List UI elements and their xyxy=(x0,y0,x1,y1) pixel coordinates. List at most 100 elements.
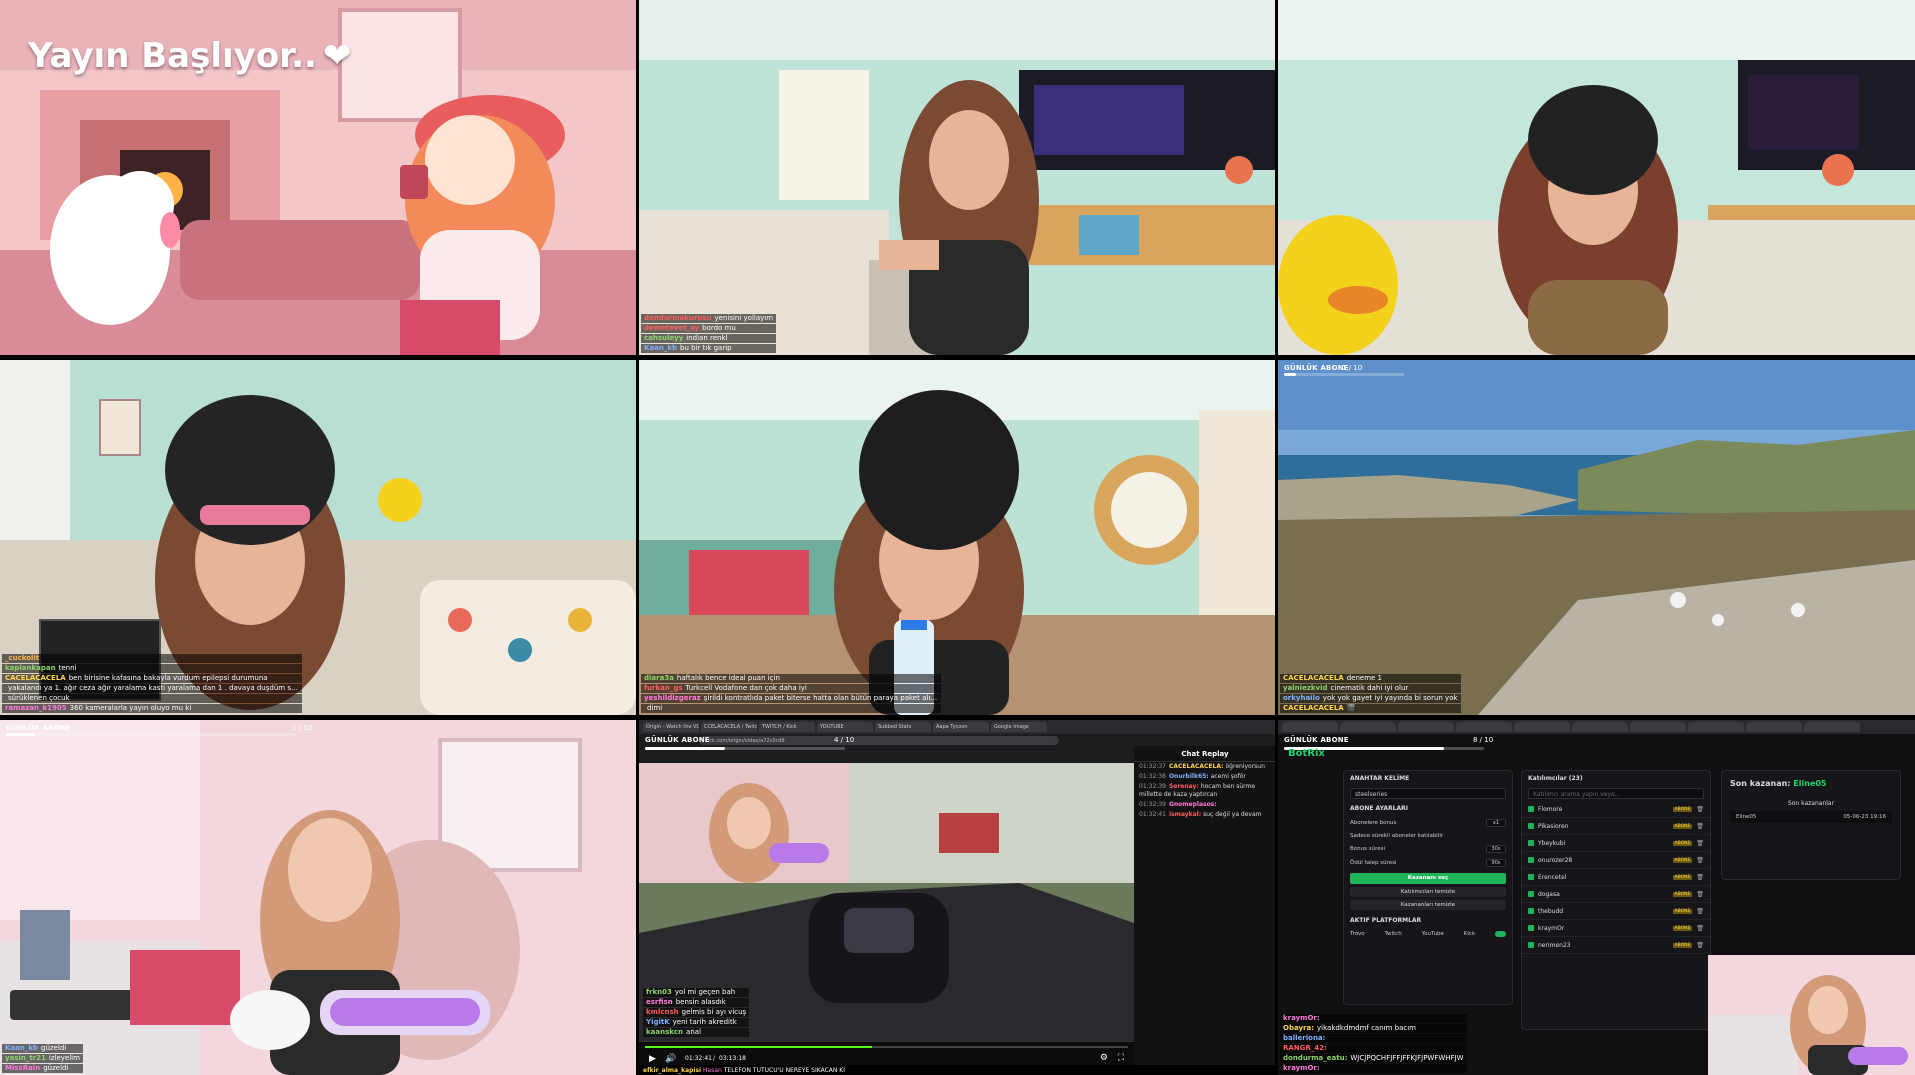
browser-tab[interactable] xyxy=(1688,722,1744,732)
browser-tab[interactable]: Origin - Watch the VOD xyxy=(643,722,699,732)
sub-only-label: Sadece sürekli aboneler katılabilir xyxy=(1350,833,1444,839)
browser-tab[interactable] xyxy=(1456,722,1512,732)
platform-toggle[interactable] xyxy=(1495,931,1506,937)
browser-tab[interactable] xyxy=(1804,722,1860,732)
participant-name: kraymOr xyxy=(1538,924,1565,932)
chat-text: ben birisine kafasına bakayla vurdum epi… xyxy=(68,674,268,682)
delete-icon[interactable]: 🗑 xyxy=(1696,823,1704,830)
chat-user: diara3a xyxy=(644,674,674,682)
tile-starting-screen[interactable]: Yayın Başlıyor.. ❤ xyxy=(0,0,636,355)
chat-message: kaanskcn anal xyxy=(643,1028,750,1037)
participant-row[interactable]: Erencetel ABONE 🗑 xyxy=(1522,869,1710,886)
time-sep: / xyxy=(713,1055,716,1062)
participant-row[interactable]: Pikasioren ABONE 🗑 xyxy=(1522,818,1710,835)
participant-row[interactable]: Ybeykubi ABONE 🗑 xyxy=(1522,835,1710,852)
bonus-duration-row: Bonus süresi 30s xyxy=(1344,842,1512,856)
browser-tab[interactable] xyxy=(1340,722,1396,732)
delete-icon[interactable]: 🗑 xyxy=(1696,925,1704,932)
browser-window: Origin - Watch the VOD CCELACACELA / Twi… xyxy=(639,720,1275,1075)
participant-row[interactable]: kraymOr ABONE 🗑 xyxy=(1522,920,1710,937)
tile-gaming-setup[interactable]: GÜNLÜK ABONE 1 / 10 Kaan_kb güzeldi yasin… xyxy=(0,720,636,1075)
ticker-user: efkir_alma_kapisi xyxy=(643,1067,702,1074)
tile-vod-browser[interactable]: Origin - Watch the VOD CCELACACELA / Twi… xyxy=(639,720,1275,1075)
botrix-logo[interactable]: BotRix xyxy=(1288,748,1325,759)
delete-icon[interactable]: 🗑 xyxy=(1696,908,1704,915)
chat-user: Kaan_kb xyxy=(644,344,678,352)
volume-icon[interactable]: 🔊 xyxy=(665,1054,676,1064)
browser-tab[interactable] xyxy=(1398,722,1454,732)
tile-seaside-landscape[interactable]: GÜNLÜK ABONE 1 / 10 CACELACACELA deneme 1… xyxy=(1278,360,1915,715)
claim-duration-select[interactable]: 90s xyxy=(1486,859,1506,867)
url-bar[interactable]: kick.com/origin/video/a72c0cd9 xyxy=(699,736,1059,745)
claim-duration-row: Ödül talep süresi 90s xyxy=(1344,856,1512,870)
chat-user: ismaykal: xyxy=(1168,811,1202,818)
chat-message: CACELACACELA 🎬 xyxy=(1280,704,1461,713)
chat-message: balleriona: xyxy=(1280,1034,1467,1043)
tile-mirror-helmet[interactable]: diara3a haftalık bence ideal puan için fu… xyxy=(639,360,1275,715)
play-icon[interactable]: ▶ xyxy=(649,1054,656,1064)
chat-replay-line: 01:32:39 Serenay: hocam ben sürme millette… xyxy=(1134,782,1275,800)
tile-livingroom-helmet[interactable] xyxy=(1278,0,1915,355)
sub-bonus-select[interactable]: x1 xyxy=(1486,819,1506,827)
vod-video-player[interactable]: frkn03 yol mi geçen bah esrfisn bensin ala… xyxy=(639,763,1134,1041)
delete-icon[interactable]: 🗑 xyxy=(1696,942,1704,949)
clear-winners-button[interactable]: Kazananları temizle xyxy=(1350,900,1506,910)
giveaway-settings-panel: ANAHTAR KELİME steelseries ABONE AYARLAR… xyxy=(1343,770,1513,1005)
participant-row[interactable]: nerimen23 ABONE 🗑 xyxy=(1522,937,1710,954)
platform-youtube[interactable]: YouTube xyxy=(1422,931,1444,937)
participant-row[interactable]: onurozer28 ABONE 🗑 xyxy=(1522,852,1710,869)
stream-grid: Yayın Başlıyor.. ❤ dondurmakurusu yenisini… xyxy=(0,0,1915,1075)
clear-participants-button[interactable]: Katılımcıları temizle xyxy=(1350,887,1506,897)
chat-message: yeshildizgeraz şirildi kontratlıda paket … xyxy=(641,694,941,703)
chat-message: sürüklenen çocuk xyxy=(2,694,302,703)
platform-twitch[interactable]: Twitch xyxy=(1385,931,1402,937)
chat-replay-line: 01:32:37 CACELACACELA: öğreniyorsun xyxy=(1134,762,1275,772)
delete-icon[interactable]: 🗑 xyxy=(1696,840,1704,847)
browser-tab[interactable] xyxy=(1746,722,1802,732)
sub-only-row[interactable]: Sadece sürekli aboneler katılabilir xyxy=(1344,830,1512,842)
delete-icon[interactable]: 🗑 xyxy=(1696,891,1704,898)
browser-tab[interactable] xyxy=(1572,722,1628,732)
chat-message: orkyhailo yok yok gayet iyi yayında bi so… xyxy=(1280,694,1461,703)
browser-tab[interactable] xyxy=(1630,722,1686,732)
chat-user: dondurmakurusu xyxy=(644,314,712,322)
browser-tab[interactable] xyxy=(1514,722,1570,732)
tile-bedroom-helmet[interactable]: _cuckolit kaplankapan tenni CACELACACELA b… xyxy=(0,360,636,715)
browser-tab[interactable]: CCELACACELA / Twitch xyxy=(701,722,757,732)
participant-row[interactable]: Flomore ABONE 🗑 xyxy=(1522,801,1710,818)
browser-tab[interactable]: TWITCH / Kick xyxy=(759,722,815,732)
participant-row[interactable]: thebudd ABONE 🗑 xyxy=(1522,903,1710,920)
delete-icon[interactable]: 🗑 xyxy=(1696,857,1704,864)
chat-text: deneme 1 xyxy=(1346,674,1383,682)
chat-time: 01:32:39 xyxy=(1139,801,1166,808)
settings-icon[interactable]: ⚙ xyxy=(1100,1053,1108,1063)
seek-bar[interactable] xyxy=(645,1046,1128,1048)
chat-message: Kaan_kb bu bir tık garip xyxy=(641,344,777,353)
browser-tab[interactable]: Subbed Stats xyxy=(875,722,931,732)
participants-search[interactable]: Katılımcı arama yapın veya... xyxy=(1528,788,1704,799)
browser-tab[interactable] xyxy=(1282,722,1338,732)
keyword-input[interactable]: steelseries xyxy=(1350,788,1506,799)
chat-message: yalniezkvid cinematik dahi iyi olur xyxy=(1280,684,1461,693)
chat-message: kraymOr: xyxy=(1280,1064,1467,1073)
bonus-duration-select[interactable]: 30s xyxy=(1486,845,1506,853)
platform-trovo[interactable]: Trovo xyxy=(1350,931,1365,937)
video-chat-overlay: frkn03 yol mi geçen bah esrfisn bensin ala… xyxy=(643,988,750,1037)
browser-tab[interactable]: Google Image xyxy=(991,722,1047,732)
browser-tab[interactable]: YOUTUBE xyxy=(817,722,873,732)
pick-winner-button[interactable]: Kazananı seç xyxy=(1350,873,1506,884)
tile-botrix-giveaway[interactable]: GÜNLÜK ABONE 8 / 10 BotRix ANAHTAR KELİM… xyxy=(1278,720,1915,1075)
platform-kick[interactable]: Kick xyxy=(1464,931,1475,937)
fullscreen-icon[interactable]: ⛶ xyxy=(1118,1053,1124,1063)
tile-livingroom-lipstick[interactable]: dondurmakurusu yenisini yollayım demeteve… xyxy=(639,0,1275,355)
participant-row[interactable]: dogasa ABONE 🗑 xyxy=(1522,886,1710,903)
chat-user: Serenay: xyxy=(1168,783,1199,790)
gaming-room-scene xyxy=(0,720,636,1075)
delete-icon[interactable]: 🗑 xyxy=(1696,874,1704,881)
chat-user: esrfisn xyxy=(646,998,673,1006)
chat-overlay: diara3a haftalık bence ideal puan için fu… xyxy=(641,674,941,713)
browser-tab[interactable]: Aapa Tycoon xyxy=(933,722,989,732)
delete-icon[interactable]: 🗑 xyxy=(1696,806,1704,813)
participants-panel: Katılımcılar (23) Katılımcı arama yapın … xyxy=(1521,770,1711,1030)
last-winner-name: Eline05 xyxy=(1793,779,1827,788)
